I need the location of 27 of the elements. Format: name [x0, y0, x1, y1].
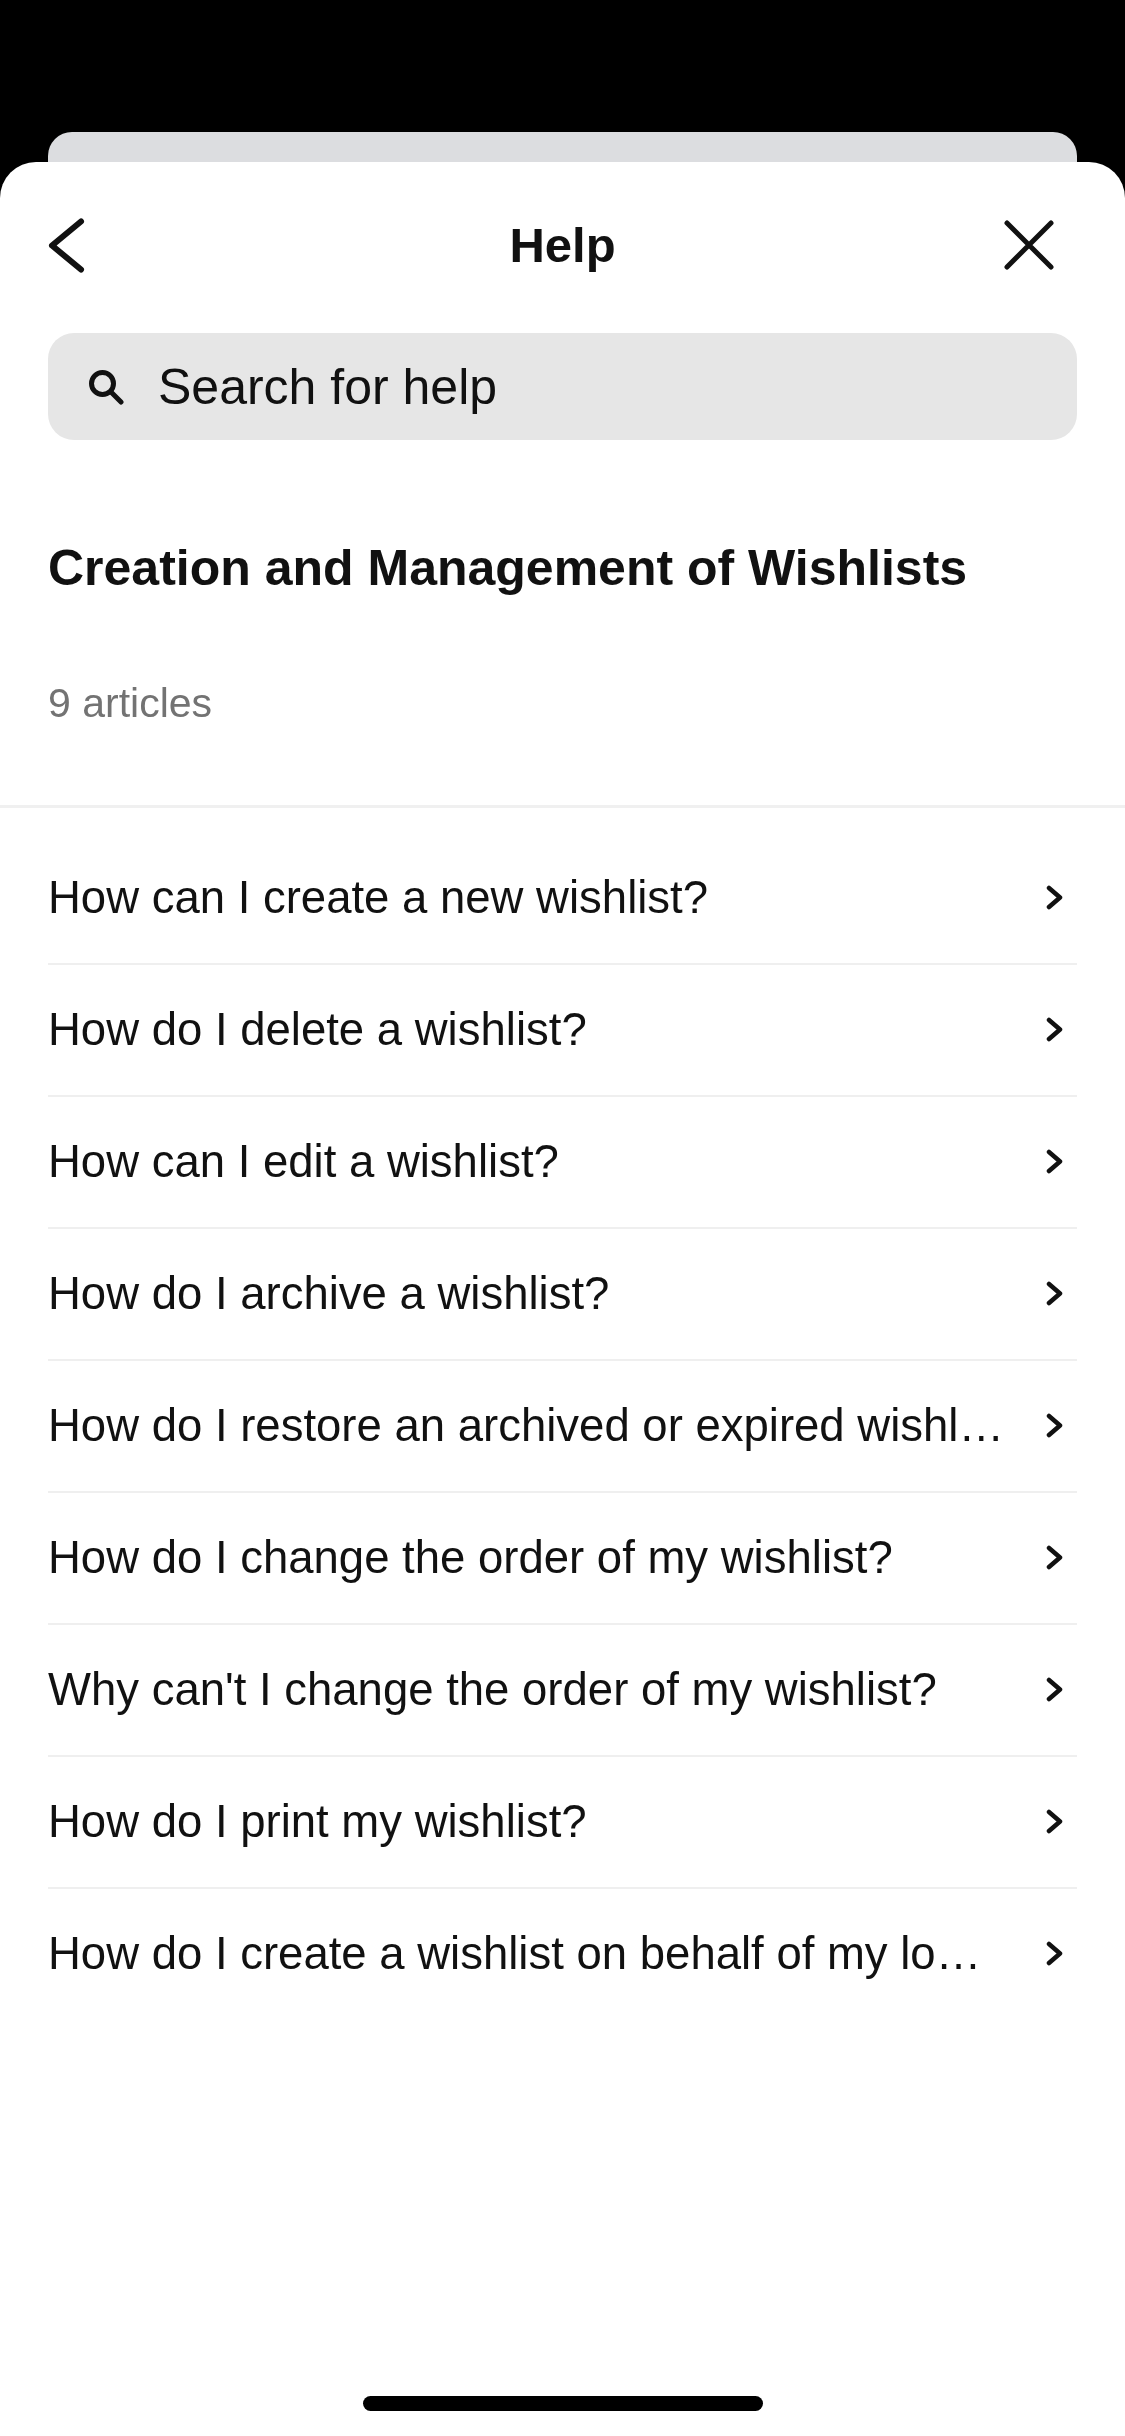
- article-count: 9 articles: [48, 679, 214, 727]
- chevron-right-icon: [1046, 1281, 1063, 1307]
- article-link[interactable]: How can I edit a wishlist?: [48, 1096, 1077, 1229]
- chevron-right-icon: [1046, 1149, 1063, 1175]
- search-icon: [88, 368, 124, 405]
- chevron-right-icon: [1046, 1545, 1063, 1571]
- chevron-right-icon: [1046, 1809, 1063, 1835]
- article-link[interactable]: Why can't I change the order of my wishlist?: [48, 1624, 1077, 1757]
- chevron-right-icon: [1046, 1413, 1063, 1439]
- close-button[interactable]: [1004, 220, 1054, 270]
- chevron-left-icon: [47, 217, 85, 273]
- back-button[interactable]: [47, 217, 85, 273]
- article-link[interactable]: How do I delete a wishlist?: [48, 964, 1077, 1097]
- category-title: Creation and Management of Wishlists: [48, 540, 969, 598]
- close-icon: [1004, 220, 1054, 270]
- chevron-right-icon: [1046, 1941, 1063, 1967]
- article-link[interactable]: How do I print my wishlist?: [48, 1756, 1077, 1889]
- article-link[interactable]: How do I create a wishlist on behalf of my lo…: [48, 1888, 1077, 2021]
- chevron-right-icon: [1046, 885, 1063, 911]
- search-field[interactable]: Search for help: [48, 333, 1077, 440]
- article-link[interactable]: How do I change the order of my wishlist?: [48, 1492, 1077, 1625]
- sheet-title: Help: [509, 216, 616, 274]
- article-link[interactable]: How do I archive a wishlist?: [48, 1228, 1077, 1361]
- article-link[interactable]: How do I restore an archived or expired wishl…: [48, 1360, 1077, 1493]
- chevron-right-icon: [1046, 1677, 1063, 1703]
- chevron-right-icon: [1046, 1017, 1063, 1043]
- article-link[interactable]: How can I create a new wishlist?: [48, 832, 1077, 965]
